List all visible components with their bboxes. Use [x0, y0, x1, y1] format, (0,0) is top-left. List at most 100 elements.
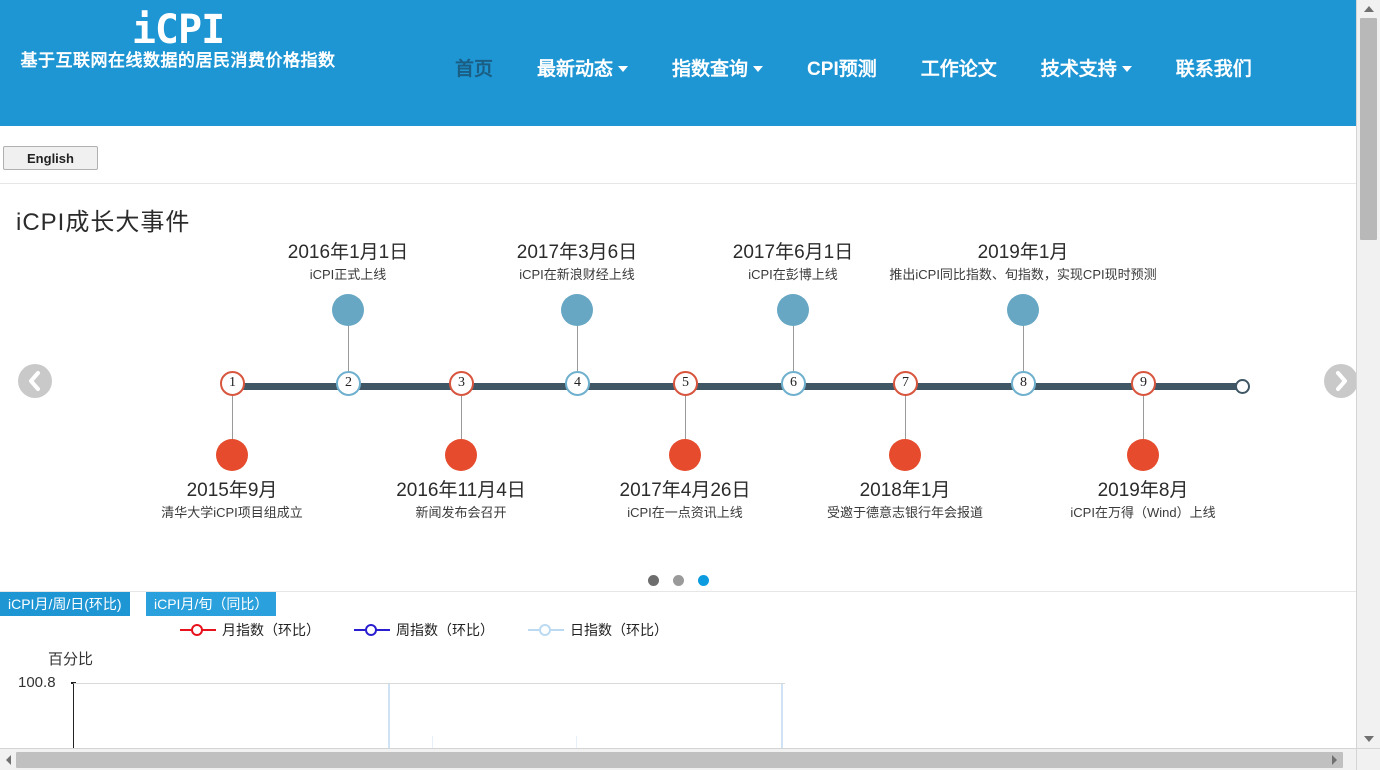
timeline-bubble[interactable]	[332, 294, 364, 326]
chevron-down-icon	[1121, 66, 1132, 72]
timeline-bubble[interactable]	[216, 439, 248, 471]
timeline-bubble[interactable]	[445, 439, 477, 471]
nav-item-label: 指数查询	[672, 59, 749, 80]
chart-y-axis-label: 百分比	[48, 651, 94, 668]
timeline-stem	[685, 392, 686, 444]
legend-item-1[interactable]: 月指数（环比）	[180, 620, 320, 640]
english-language-button[interactable]: English	[3, 146, 98, 170]
timeline-node-2[interactable]: 2	[336, 371, 361, 396]
chart-gridline	[432, 736, 433, 748]
vertical-scrollbar-thumb[interactable]	[1360, 18, 1377, 240]
nav-item-label: 联系我们	[1175, 59, 1252, 80]
vertical-scrollbar[interactable]	[1356, 0, 1380, 748]
page-viewport: iCPI 基于互联网在线数据的居民消费价格指数 首页 最新动态 指数查询 CPI预测 工…	[0, 0, 1356, 748]
timeline-label: 2019年8月 iCPI在万得（Wind）上线	[983, 479, 1303, 523]
scroll-up-button[interactable]	[1357, 0, 1380, 18]
nav-item-label: 最新动态	[537, 59, 614, 80]
chart-tab-2[interactable]: iCPI月/旬（同比）	[146, 592, 277, 616]
legend-marker	[528, 623, 564, 637]
legend-label: 周指数（环比）	[396, 622, 494, 638]
site-header: iCPI 基于互联网在线数据的居民消费价格指数 首页 最新动态 指数查询 CPI预测 工…	[0, 0, 1356, 126]
scroll-left-button[interactable]	[0, 749, 16, 770]
nav-item-3[interactable]: CPI预测	[807, 52, 877, 83]
scroll-up-arrow-icon	[1364, 6, 1374, 12]
timeline-node-4[interactable]: 4	[565, 371, 590, 396]
timeline-label: 2019年1月推出iCPI同比指数、旬指数，实现CPI现时预测	[863, 241, 1183, 285]
main-navigation: 首页 最新动态 指数查询 CPI预测 工作论文 技术支持 联系我们	[455, 52, 1252, 83]
timeline-section: iCPI成长大事件 1 2015年9月 清华大学iCPI项目组成立 2 2016年1月1…	[0, 183, 1356, 593]
timeline-node-5[interactable]: 5	[673, 371, 698, 396]
nav-item-1[interactable]: 最新动态	[537, 52, 629, 83]
timeline-node-7[interactable]: 7	[893, 371, 918, 396]
scroll-down-button[interactable]	[1357, 730, 1380, 748]
timeline-desc: iCPI在万得（Wind）上线	[1070, 505, 1216, 520]
chevron-right-icon	[1336, 371, 1347, 391]
carousel-dots	[0, 572, 1356, 590]
horizontal-scrollbar[interactable]	[0, 748, 1380, 770]
timeline-stem	[905, 392, 906, 444]
timeline-track	[232, 383, 1244, 390]
chart-plot-box	[73, 683, 785, 748]
timeline-next-button[interactable]	[1324, 364, 1356, 398]
timeline-stem	[1143, 392, 1144, 444]
carousel-dot-1[interactable]	[647, 575, 659, 587]
nav-item-6[interactable]: 联系我们	[1176, 52, 1252, 83]
timeline-node-9[interactable]: 9	[1131, 371, 1156, 396]
legend-label: 月指数（环比）	[222, 622, 320, 638]
timeline-prev-button[interactable]	[18, 364, 52, 398]
timeline-bubble[interactable]	[669, 439, 701, 471]
scroll-right-button[interactable]	[1327, 749, 1343, 770]
nav-item-label: 技术支持	[1040, 59, 1117, 80]
scrollbar-corner	[1356, 748, 1380, 770]
carousel-dot-3[interactable]	[697, 575, 709, 587]
scroll-right-arrow-icon	[1332, 755, 1337, 765]
chevron-down-icon	[618, 66, 629, 72]
timeline-end-marker	[1235, 379, 1250, 394]
chevron-down-icon	[753, 66, 764, 72]
timeline-bubble[interactable]	[1007, 294, 1039, 326]
timeline-bubble[interactable]	[1127, 439, 1159, 471]
nav-item-label: 首页	[455, 59, 494, 80]
lower-section: iCPI月/周/日(环比) iCPI月/旬（同比） 月指数（环比） 周指数（环比） 日…	[0, 591, 1356, 748]
timeline-node-1[interactable]: 1	[220, 371, 245, 396]
chart-plot-area: 百分比 100.8	[0, 648, 790, 748]
chevron-left-icon	[29, 371, 40, 391]
timeline-node-6[interactable]: 6	[781, 371, 806, 396]
site-tagline: 基于互联网在线数据的居民消费价格指数	[20, 51, 336, 70]
page-title: iCPI成长大事件	[16, 209, 191, 236]
timeline-stem	[232, 392, 233, 444]
timeline-date: 2019年1月	[977, 242, 1069, 263]
chart-gridline	[576, 736, 577, 748]
legend-item-2[interactable]: 周指数（环比）	[354, 620, 494, 640]
timeline-node-8[interactable]: 8	[1011, 371, 1036, 396]
chart-tab-1[interactable]: iCPI月/周/日(环比)	[0, 592, 130, 616]
chart-gridline	[781, 684, 783, 748]
nav-item-4[interactable]: 工作论文	[921, 52, 997, 83]
horizontal-scrollbar-thumb[interactable]	[16, 752, 1343, 768]
nav-item-0[interactable]: 首页	[455, 52, 493, 83]
chart-legend: 月指数（环比） 周指数（环比） 日指数（环比）	[180, 620, 668, 640]
legend-item-3[interactable]: 日指数（环比）	[528, 620, 668, 640]
nav-item-label: CPI预测	[807, 59, 877, 80]
legend-marker	[354, 623, 390, 637]
chart-gridline	[388, 684, 390, 748]
timeline-bubble[interactable]	[561, 294, 593, 326]
browser-page: iCPI 基于互联网在线数据的居民消费价格指数 首页 最新动态 指数查询 CPI预测 工…	[0, 0, 1380, 770]
timeline-node-3[interactable]: 3	[449, 371, 474, 396]
timeline-desc: 推出iCPI同比指数、旬指数，实现CPI现时预测	[889, 267, 1157, 282]
nav-item-2[interactable]: 指数查询	[672, 52, 764, 83]
timeline-bubble[interactable]	[889, 439, 921, 471]
legend-label: 日指数（环比）	[570, 622, 668, 638]
site-brand[interactable]: iCPI 基于互联网在线数据的居民消费价格指数	[8, 8, 348, 72]
carousel-dot-2[interactable]	[672, 575, 684, 587]
scroll-left-arrow-icon	[6, 755, 11, 765]
chart-y-tick-label: 100.8	[18, 674, 56, 691]
nav-item-5[interactable]: 技术支持	[1041, 52, 1132, 83]
site-logo: iCPI	[131, 7, 225, 53]
timeline-stem	[461, 392, 462, 444]
nav-item-label: 工作论文	[920, 59, 997, 80]
timeline-date: 2019年8月	[1097, 480, 1189, 501]
legend-marker	[180, 623, 216, 637]
timeline-bubble[interactable]	[777, 294, 809, 326]
scroll-down-arrow-icon	[1364, 736, 1374, 742]
